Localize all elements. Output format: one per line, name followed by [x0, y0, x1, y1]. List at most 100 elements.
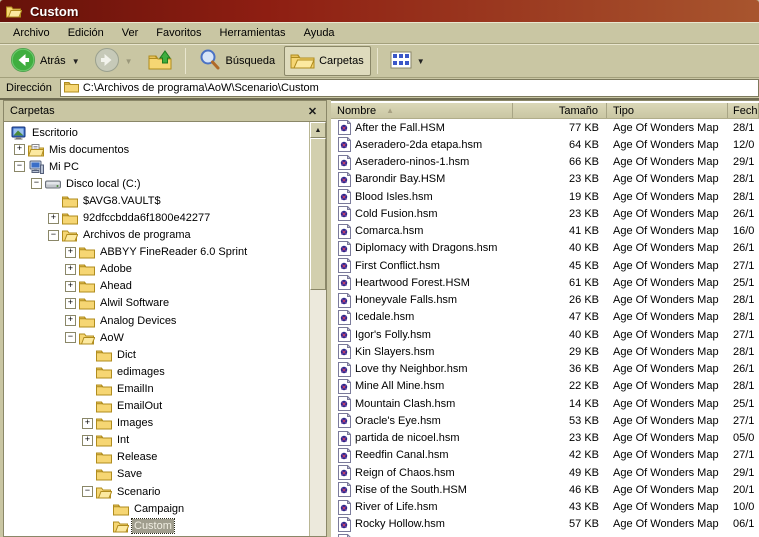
close-panel-icon[interactable]: ✕ — [305, 104, 320, 118]
tree-item[interactable]: EmailOut — [4, 398, 309, 415]
tree-item[interactable]: Release — [4, 449, 309, 466]
tree-item[interactable]: + Images — [4, 415, 309, 432]
menu-item-herramientas[interactable]: Herramientas — [211, 24, 295, 42]
tree-item[interactable]: Escritorio — [4, 124, 309, 141]
tree-item[interactable]: edimages — [4, 363, 309, 380]
scrollbar-thumb[interactable] — [310, 138, 326, 290]
file-row[interactable]: Rocky Hollow.hsm 57 KB Age Of Wonders Map 0… — [331, 516, 759, 533]
file-size: 40 KB — [569, 328, 599, 341]
expand-icon[interactable]: + — [82, 417, 93, 429]
views-dropdown-icon[interactable]: ▼ — [416, 57, 425, 66]
expand-icon[interactable]: + — [65, 246, 76, 258]
file-row[interactable]: Thinreed Lake.hsm36 KBAge Of Wonders Map… — [331, 533, 759, 537]
file-type: Age Of Wonders Map — [613, 242, 719, 255]
file-row[interactable]: Love thy Neighbor.hsm 36 KB Age Of Wonders… — [331, 361, 759, 378]
file-row[interactable]: Aseradero-ninos-1.hsm 66 KB Age Of Wonders… — [331, 154, 759, 171]
search-button[interactable]: Búsqueda — [192, 46, 283, 76]
expand-icon[interactable]: + — [65, 263, 76, 275]
tree-item[interactable]: Campaign — [4, 500, 309, 517]
tree-item[interactable]: Custom — [4, 517, 309, 534]
file-name-cell: Aseradero-ninos-1.hsm — [331, 154, 513, 170]
map-file-icon — [338, 430, 352, 446]
file-row[interactable]: Mine All Mine.hsm 22 KB Age Of Wonders Map… — [331, 378, 759, 395]
menu-item-edicion[interactable]: Edición — [59, 24, 113, 42]
forward-button[interactable]: ▼ — [88, 46, 139, 76]
file-row[interactable]: Igor's Folly.hsm 40 KB Age Of Wonders Map 2… — [331, 326, 759, 343]
back-dropdown-icon[interactable]: ▼ — [71, 57, 80, 66]
expand-icon[interactable]: + — [65, 280, 76, 292]
menu-item-ver[interactable]: Ver — [113, 24, 148, 42]
expand-icon[interactable]: + — [65, 297, 76, 309]
file-row[interactable]: Diplomacy with Dragons.hsm 40 KB Age Of Wo… — [331, 240, 759, 257]
tree-item[interactable]: $AVG8.VAULT$ — [4, 192, 309, 209]
forward-icon — [94, 47, 120, 76]
file-row[interactable]: Aseradero-2da etapa.hsm 64 KB Age Of Wonde… — [331, 136, 759, 153]
back-button[interactable]: Atrás ▼ — [4, 46, 86, 76]
tree-item[interactable]: − AoW — [4, 329, 309, 346]
address-input[interactable]: C:\Archivos de programa\AoW\Scenario\Cus… — [59, 79, 759, 97]
expand-icon[interactable]: + — [65, 315, 76, 327]
tree-scrollbar[interactable]: ▲ — [309, 122, 326, 536]
views-button[interactable]: ▼ — [384, 46, 431, 76]
file-size: 43 KB — [569, 501, 599, 514]
tree-item[interactable]: + Analog Devices — [4, 312, 309, 329]
tree-item[interactable]: − Mi PC — [4, 158, 309, 175]
map-file-icon — [338, 206, 352, 222]
file-row[interactable]: Cold Fusion.hsm 23 KB Age Of Wonders Map 26… — [331, 205, 759, 222]
file-row[interactable]: Reign of Chaos.hsm 49 KB Age Of Wonders Ma… — [331, 464, 759, 481]
tree-item[interactable]: − Disco local (C:) — [4, 175, 309, 192]
file-row[interactable]: Mountain Clash.hsm 14 KB Age Of Wonders Ma… — [331, 395, 759, 412]
file-row[interactable]: Oracle's Eye.hsm 53 KB Age Of Wonders Map 2… — [331, 412, 759, 429]
file-row[interactable]: Barondir Bay.HSM 23 KB Age Of Wonders Map 2… — [331, 171, 759, 188]
file-row[interactable]: Comarca.hsm 41 KB Age Of Wonders Map 16/0 — [331, 223, 759, 240]
tree-item[interactable]: − Scenario — [4, 483, 309, 500]
menu-item-archivo[interactable]: Archivo — [4, 24, 59, 42]
collapse-icon[interactable]: − — [82, 486, 93, 498]
tree-item[interactable]: +92dfccbdda6f1800e42277 — [4, 209, 309, 226]
tree-item[interactable]: + Ahead — [4, 278, 309, 295]
scroll-up-icon[interactable]: ▲ — [310, 122, 326, 138]
tree-item[interactable]: + Adobe — [4, 261, 309, 278]
expand-icon[interactable]: + — [14, 144, 25, 156]
file-row[interactable]: Blood Isles.hsm 19 KB Age Of Wonders Map 28… — [331, 188, 759, 205]
drive-icon — [45, 177, 61, 191]
file-name: Comarca.hsm — [355, 225, 424, 238]
tree-item[interactable]: − Archivos de programa — [4, 227, 309, 244]
collapse-icon[interactable]: − — [14, 161, 25, 173]
file-name: Honeyvale Falls.hsm — [355, 294, 458, 307]
file-row[interactable]: Honeyvale Falls.hsm 26 KB Age Of Wonders M… — [331, 292, 759, 309]
menu-item-favoritos[interactable]: Favoritos — [147, 24, 210, 42]
collapse-icon[interactable]: − — [31, 178, 42, 190]
up-button[interactable] — [141, 46, 179, 76]
file-row[interactable]: Icedale.hsm 47 KB Age Of Wonders Map 28/1 — [331, 309, 759, 326]
file-row[interactable]: After the Fall.HSM 77 KB Age Of Wonders Ma… — [331, 119, 759, 136]
window-title: Custom — [30, 3, 79, 19]
tree-item[interactable]: + Mis documentos — [4, 141, 309, 158]
column-header-nombre[interactable]: Nombre ▲ — [331, 103, 513, 118]
file-row[interactable]: Rise of the South.HSM 46 KB Age Of Wonders… — [331, 481, 759, 498]
tree-item[interactable]: + ABBYY FineReader 6.0 Sprint — [4, 244, 309, 261]
column-header-tamaño[interactable]: Tamaño — [513, 103, 607, 118]
file-row[interactable]: partida de nicoel.hsm 23 KB Age Of Wonders… — [331, 430, 759, 447]
file-row[interactable]: Reedfin Canal.hsm 42 KB Age Of Wonders Map… — [331, 447, 759, 464]
menu-item-ayuda[interactable]: Ayuda — [295, 24, 344, 42]
file-row[interactable]: River of Life.hsm 43 KB Age Of Wonders Map… — [331, 499, 759, 516]
forward-dropdown-icon[interactable]: ▼ — [124, 57, 133, 66]
tree-item[interactable]: Save — [4, 466, 309, 483]
folders-button[interactable]: Carpetas — [284, 46, 371, 76]
collapse-icon[interactable]: − — [65, 332, 76, 344]
tree-item[interactable]: Dict — [4, 346, 309, 363]
tree-item[interactable]: + Alwil Software — [4, 295, 309, 312]
tree-item[interactable]: + Int — [4, 432, 309, 449]
collapse-icon[interactable]: − — [48, 229, 59, 241]
expand-icon[interactable]: + — [82, 434, 93, 446]
file-size: 29 KB — [569, 345, 599, 358]
file-row[interactable]: Heartwood Forest.HSM 61 KB Age Of Wonders … — [331, 274, 759, 291]
expand-icon[interactable]: + — [48, 212, 59, 224]
tree-item[interactable]: EmailIn — [4, 380, 309, 397]
file-row[interactable]: First Conflict.hsm 45 KB Age Of Wonders Ma… — [331, 257, 759, 274]
column-header-fech[interactable]: Fech — [728, 103, 759, 118]
file-row[interactable]: Kin Slayers.hsm 29 KB Age Of Wonders Map 28… — [331, 343, 759, 360]
file-name-cell: First Conflict.hsm — [331, 258, 513, 274]
column-header-tipo[interactable]: Tipo — [607, 103, 728, 118]
